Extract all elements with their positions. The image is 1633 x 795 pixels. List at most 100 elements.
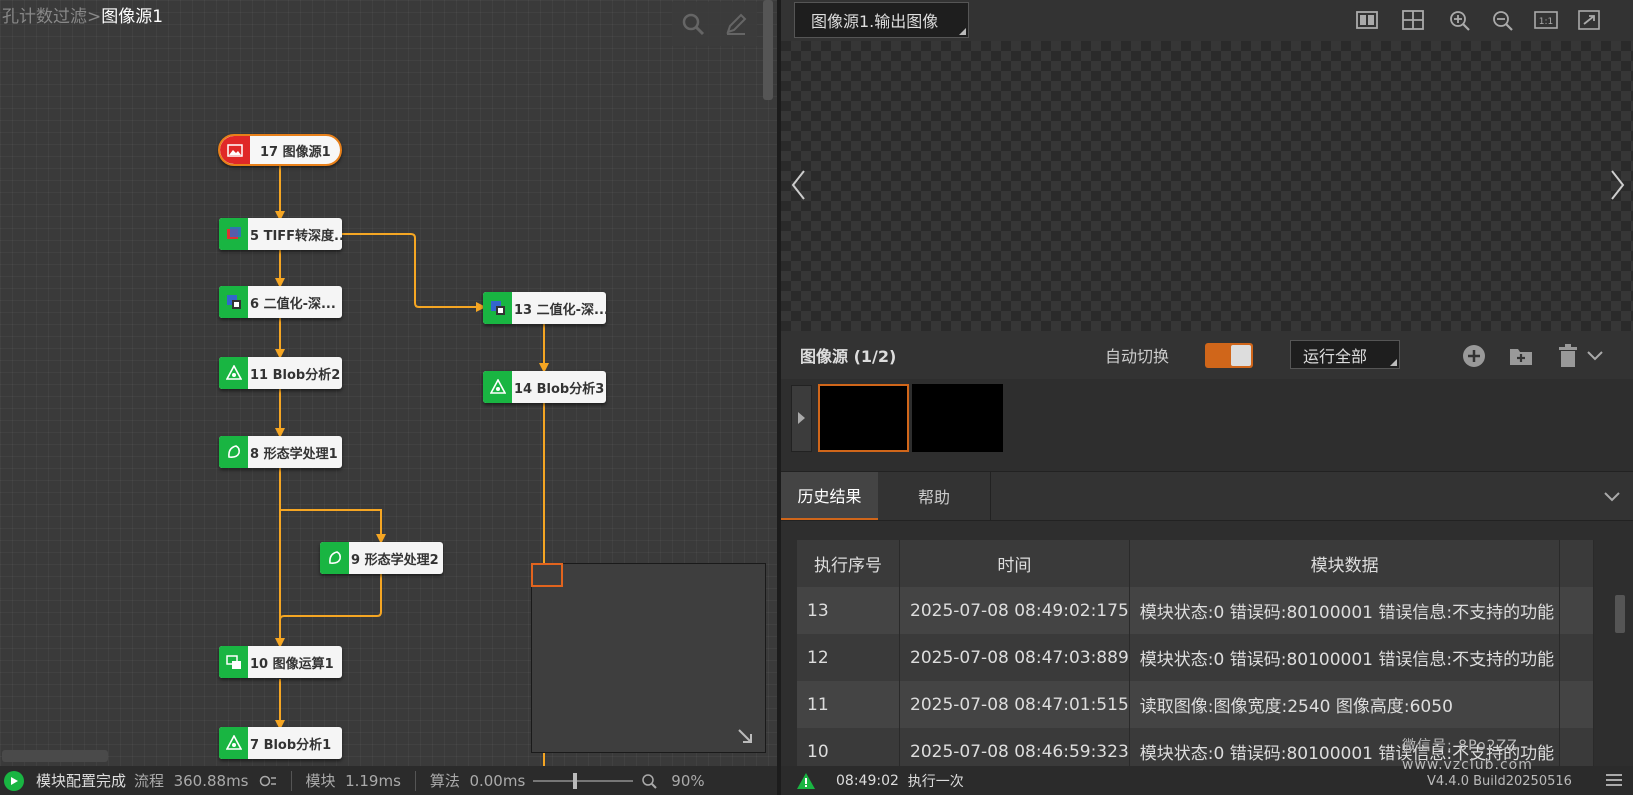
zoom-value: 90% — [671, 771, 705, 790]
flow-node-11[interactable]: 11 Blob分析2 — [219, 357, 342, 389]
play-arrow-icon — [798, 412, 805, 424]
seq-cell: 13 — [797, 587, 901, 634]
thumbnail-1[interactable] — [818, 384, 909, 452]
delete-icon[interactable] — [1555, 343, 1581, 369]
binarize-icon — [219, 286, 248, 318]
node-label: 5 TIFF转深度... — [250, 228, 342, 244]
node-label: 6 二值化-深... — [250, 296, 336, 312]
module-time-label: 模块 — [305, 772, 336, 790]
seq-cell: 12 — [797, 634, 901, 681]
toggle-thumb — [1231, 345, 1251, 366]
zoom-icon — [642, 773, 657, 789]
image-viewer[interactable] — [781, 41, 1633, 331]
minimap[interactable] — [531, 563, 766, 753]
actual-size-icon[interactable]: 1:1 — [1534, 9, 1558, 31]
status-bar: 模块配置完成 流程 360.88ms 模块 1.19ms 算法 0.00ms 9… — [0, 766, 777, 795]
flow-node-5[interactable]: 5 TIFF转深度... — [219, 218, 342, 250]
collapse-chevron-icon[interactable] — [1585, 346, 1605, 366]
zoom-slider[interactable] — [533, 772, 634, 789]
data-cell: 模块状态:0 错误码:80100001 错误信息:不支持的功能 — [1129, 634, 1561, 681]
run-status-icon[interactable] — [4, 770, 24, 791]
module-time: 1.19ms — [345, 771, 401, 790]
fit-window-icon[interactable] — [1577, 9, 1601, 31]
zoom-slider-knob[interactable] — [573, 772, 578, 789]
flow-node-7[interactable]: 7 Blob分析1 — [219, 727, 342, 759]
watermark: 微信号: 8Po2ZZ www.vzclub.com — [1402, 737, 1533, 775]
table-header-row: 执行序号 时间 模块数据 — [797, 540, 1594, 587]
flow-node-13[interactable]: 13 二值化-深... — [483, 292, 606, 324]
config-status: 模块配置完成 — [36, 772, 127, 790]
blob-analysis-icon — [483, 371, 512, 403]
link-5-13 — [342, 233, 486, 312]
dropdown-corner-icon — [1390, 359, 1397, 366]
divider — [414, 770, 416, 791]
blob-analysis-icon — [219, 727, 248, 759]
previous-image-icon[interactable] — [789, 167, 809, 203]
divider — [290, 770, 292, 791]
flow-node-14[interactable]: 14 Blob分析3 — [483, 371, 606, 403]
image-toolbar: 图像源1.输出图像 1:1 — [781, 0, 1633, 41]
data-cell: 模块状态:0 错误码:80100001 错误信息:不支持的功能 — [1129, 587, 1561, 634]
zoom-out-icon[interactable] — [1491, 9, 1515, 31]
empty-cell — [1559, 587, 1594, 634]
split-view-icon[interactable] — [1355, 9, 1379, 31]
tab-history[interactable]: 历史结果 — [781, 472, 878, 520]
auto-switch-label: 自动切换 — [1105, 347, 1170, 366]
image-source-icon — [220, 136, 250, 164]
image-arithmetic-icon — [219, 646, 248, 678]
minimap-viewport[interactable] — [531, 563, 563, 587]
add-image-icon[interactable] — [1461, 343, 1487, 369]
thumbnail-expand-button[interactable] — [791, 385, 812, 452]
image-source-header: 图像源 (1/2) 自动切换 运行全部 — [781, 331, 1633, 379]
depth-convert-icon — [219, 218, 248, 250]
morphology-icon — [219, 436, 248, 468]
flow-node-6[interactable]: 6 二值化-深... — [219, 286, 342, 318]
flow-time: 360.88ms — [173, 771, 249, 790]
flow-node-9[interactable]: 9 形态学处理2 — [320, 542, 443, 574]
collapse-chevron-icon[interactable] — [1601, 486, 1623, 506]
flow-node-8[interactable]: 8 形态学处理1 — [219, 436, 342, 468]
last-run-action: 执行一次 — [907, 773, 964, 790]
result-tabs: 历史结果 帮助 — [781, 471, 1633, 521]
flow-canvas[interactable]: 孔计数过滤>图像源1 17 图像源1 5 TIFF转深度... 6 二值化-深.… — [0, 0, 777, 766]
table-row[interactable]: 12 2025-07-08 08:47:03:889 模块状态:0 错误码:80… — [797, 634, 1594, 681]
minimap-resize-icon[interactable] — [737, 728, 753, 744]
tab-help[interactable]: 帮助 — [878, 472, 991, 520]
dropdown-corner-icon — [959, 28, 966, 35]
output-image-select[interactable]: 图像源1.输出图像 — [794, 2, 969, 38]
zoom-in-icon[interactable] — [1448, 9, 1472, 31]
image-source-title: 图像源 (1/2) — [800, 347, 897, 366]
flow-node-17[interactable]: 17 图像源1 — [218, 134, 342, 166]
column-header: 执行序号 — [797, 540, 901, 587]
next-image-icon[interactable] — [1607, 167, 1627, 203]
run-all-label: 运行全部 — [1303, 346, 1368, 366]
svg-text:1:1: 1:1 — [1539, 17, 1553, 27]
auto-switch-toggle[interactable] — [1205, 343, 1253, 368]
time-detail-icon[interactable] — [259, 774, 277, 788]
table-row[interactable]: 11 2025-07-08 08:47:01:515 读取图像:图像宽度:254… — [797, 681, 1594, 728]
run-all-select[interactable]: 运行全部 — [1290, 340, 1400, 369]
menu-icon[interactable] — [1605, 772, 1623, 788]
output-image-select-value: 图像源1.输出图像 — [811, 12, 939, 31]
add-folder-icon[interactable] — [1508, 343, 1534, 369]
thumbnail-2[interactable] — [912, 384, 1003, 452]
node-label: 7 Blob分析1 — [250, 737, 332, 753]
table-scrollbar[interactable] — [1615, 595, 1625, 633]
binarize-icon — [483, 292, 512, 324]
morphology-icon — [320, 542, 349, 574]
column-header — [1559, 540, 1594, 587]
time-cell: 2025-07-08 08:49:02:175 — [899, 587, 1130, 634]
thumbnail-strip — [781, 379, 1633, 471]
blob-analysis-icon — [219, 357, 248, 389]
flow-node-10[interactable]: 10 图像运算1 — [219, 646, 342, 678]
flow-time-label: 流程 — [134, 772, 165, 790]
column-header: 时间 — [899, 540, 1130, 587]
grid-view-icon[interactable] — [1401, 9, 1425, 31]
seq-cell: 11 — [797, 681, 901, 728]
table-row[interactable]: 13 2025-07-08 08:49:02:175 模块状态:0 错误码:80… — [797, 587, 1594, 634]
algo-time: 0.00ms — [469, 771, 526, 790]
time-cell: 2025-07-08 08:47:01:515 — [899, 681, 1130, 728]
column-header: 模块数据 — [1129, 540, 1561, 587]
time-cell: 2025-07-08 08:47:03:889 — [899, 634, 1130, 681]
version-label: V4.4.0 Build20250516 — [1427, 774, 1572, 789]
